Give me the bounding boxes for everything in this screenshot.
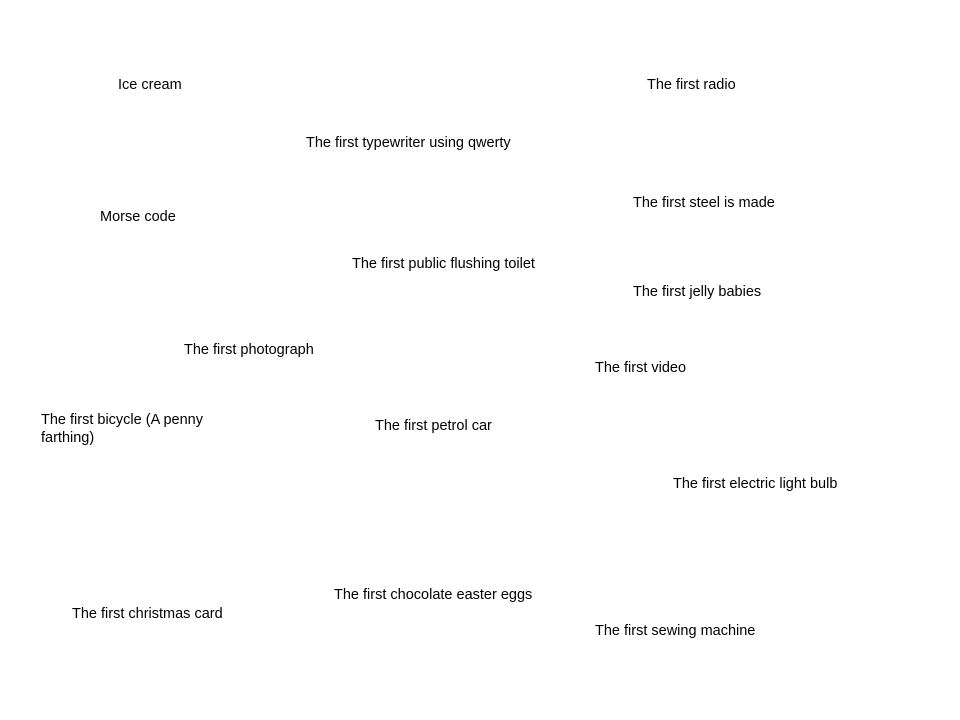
label-first-easter-eggs: The first chocolate easter eggs [334, 587, 533, 603]
label-first-flushing-toilet: The first public flushing toilet [352, 256, 535, 272]
label-morse-code: Morse code [100, 209, 176, 225]
slide-canvas: Ice cream The first radio The first type… [0, 0, 960, 720]
label-ice-cream: Ice cream [118, 77, 182, 93]
label-first-sewing-machine: The first sewing machine [595, 623, 756, 639]
label-first-petrol-car: The first petrol car [375, 418, 492, 434]
label-first-radio: The first radio [647, 77, 736, 93]
label-first-video: The first video [595, 360, 687, 376]
label-first-christmas-card: The first christmas card [72, 606, 223, 622]
label-first-jelly-babies: The first jelly babies [633, 284, 762, 300]
label-first-light-bulb: The first electric light bulb [673, 476, 838, 492]
label-first-bicycle: The first bicycle (A penny farthing) [41, 412, 203, 446]
label-first-steel: The first steel is made [633, 195, 775, 211]
label-first-typewriter: The first typewriter using qwerty [306, 135, 511, 151]
label-first-photograph: The first photograph [184, 342, 314, 358]
